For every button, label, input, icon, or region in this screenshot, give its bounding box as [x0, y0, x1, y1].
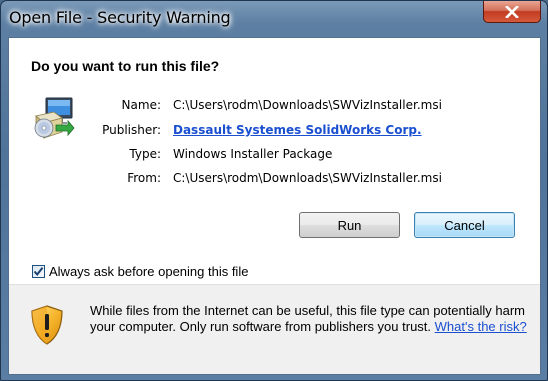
always-ask-checkbox[interactable] [32, 265, 45, 278]
type-label: Type: [129, 147, 161, 161]
whats-the-risk-link[interactable]: What's the risk? [435, 319, 527, 334]
always-ask-label: Always ask before opening this file [49, 264, 249, 279]
name-value: C:\Users\rodm\Downloads\SWVizInstaller.m… [173, 98, 442, 112]
publisher-label: Publisher: [102, 123, 161, 137]
security-warning-window: Open File - Security Warning Do you want… [0, 0, 548, 381]
from-value: C:\Users\rodm\Downloads\SWVizInstaller.m… [173, 171, 442, 185]
question-heading: Do you want to run this file? [31, 58, 220, 74]
warning-footer: While files from the Internet can be use… [9, 284, 540, 374]
cancel-button[interactable]: Cancel [414, 212, 515, 238]
type-value: Windows Installer Package [173, 147, 333, 161]
close-icon [505, 5, 519, 18]
security-shield-icon [31, 305, 63, 345]
title-bar[interactable]: Open File - Security Warning [1, 1, 547, 37]
run-button[interactable]: Run [299, 212, 400, 238]
window-title: Open File - Security Warning [9, 8, 231, 27]
name-label: Name: [121, 98, 161, 112]
always-ask-option[interactable]: Always ask before opening this file [32, 264, 248, 279]
checkmark-icon [33, 267, 44, 277]
close-button[interactable] [483, 1, 541, 23]
msi-installer-icon [34, 97, 75, 139]
warning-message: While files from the Internet can be use… [90, 303, 530, 335]
from-label: From: [127, 171, 161, 185]
dialog-body: Do you want to run this file? Name: C:\U… [8, 37, 541, 375]
publisher-link[interactable]: Dassault Systemes SolidWorks Corp. [173, 123, 422, 137]
